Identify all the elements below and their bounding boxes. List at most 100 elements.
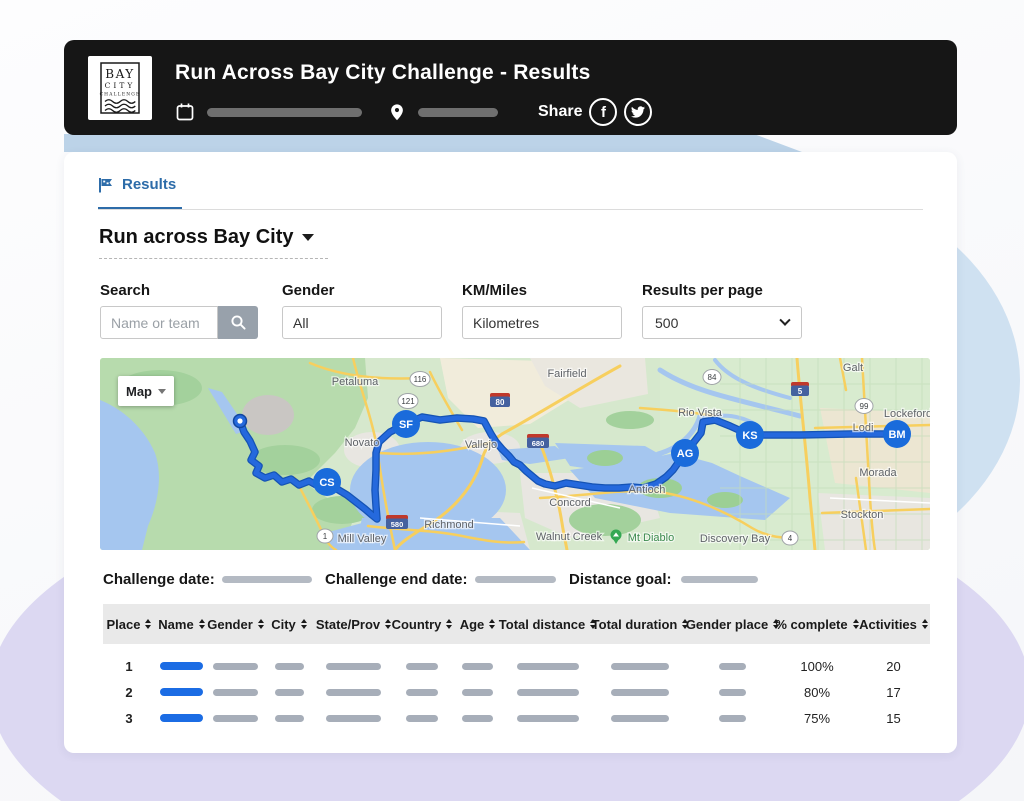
table-row[interactable]: 3 75% 15 — [103, 705, 930, 731]
column-header-gender[interactable]: Gender — [207, 617, 264, 632]
chevron-down-icon — [779, 314, 791, 326]
column-header-percent-complete[interactable]: % complete — [775, 617, 859, 632]
activities-cell: 17 — [886, 684, 901, 700]
map-label-petaluma: Petaluma — [332, 376, 379, 388]
map-label-morada: Morada — [859, 467, 897, 479]
column-header-state[interactable]: State/Prov — [315, 617, 392, 632]
milestone-marker-ks[interactable]: KS — [736, 421, 764, 449]
gender-place-placeholder-bar — [719, 688, 746, 696]
units-input[interactable] — [462, 306, 622, 339]
svg-text:AG: AG — [677, 448, 694, 460]
highway-shield-121: 121 — [397, 393, 419, 409]
tab-results[interactable]: Results — [98, 176, 176, 193]
svg-text:SF: SF — [399, 419, 413, 431]
twitter-share-button[interactable] — [624, 98, 653, 126]
logo-graphic: BAY CITY CHALLENGE — [100, 62, 141, 114]
age-placeholder-bar — [462, 662, 493, 670]
city-placeholder-bar — [274, 662, 304, 670]
map-canvas: 116 121 84 99 1 4 80 680 580 5 Petaluma … — [100, 358, 930, 550]
results-table: Place Name Gender City State/Prov Countr… — [103, 604, 930, 731]
sort-icon — [921, 619, 928, 629]
header-meta-row: Share f — [175, 98, 653, 126]
svg-text:Mt Diablo: Mt Diablo — [628, 532, 674, 544]
challenge-date-bar — [222, 576, 312, 583]
column-header-place[interactable]: Place — [103, 617, 155, 632]
distance-placeholder-bar — [516, 688, 579, 696]
age-placeholder-bar — [462, 714, 493, 722]
search-icon — [230, 315, 246, 330]
interstate-shield-680: 680 — [527, 434, 549, 448]
state-placeholder-bar — [326, 688, 381, 696]
svg-text:BAY: BAY — [105, 67, 134, 81]
challenge-title-text: Run across Bay City — [99, 226, 294, 248]
header-bar: BAY CITY CHALLENGE Run Across Bay City C… — [64, 40, 957, 135]
search-input[interactable] — [100, 306, 218, 339]
map-label-galt: Galt — [843, 362, 863, 374]
search-label: Search — [100, 282, 151, 299]
highway-shield-84: 84 — [702, 369, 722, 385]
gender-place-placeholder-bar — [719, 714, 746, 722]
highway-shield-4: 4 — [781, 530, 799, 546]
challenge-end-date-label: Challenge end date: — [325, 571, 468, 588]
route-start-marker[interactable] — [232, 413, 248, 429]
column-header-gender-place[interactable]: Gender place — [686, 617, 780, 632]
column-header-country[interactable]: Country — [392, 617, 453, 632]
name-placeholder-bar — [160, 662, 203, 670]
map-label-lockeford: Lockeford — [884, 408, 930, 420]
svg-text:CS: CS — [319, 477, 334, 489]
svg-text:CITY: CITY — [105, 81, 136, 90]
calendar-icon — [176, 103, 194, 121]
highway-shield-99: 99 — [854, 398, 874, 414]
per-page-select[interactable]: 500 — [642, 306, 802, 339]
twitter-icon — [631, 106, 646, 118]
gender-input[interactable] — [282, 306, 442, 339]
date-placeholder-bar — [207, 107, 362, 117]
tab-divider — [98, 209, 923, 210]
column-header-city[interactable]: City — [263, 617, 315, 632]
table-row[interactable]: 2 80% 17 — [103, 679, 930, 705]
location-pin-icon — [391, 104, 403, 121]
sort-icon — [198, 619, 205, 629]
interstate-shield-580: 580 — [386, 515, 408, 529]
map-label-walnut-creek: Walnut Creek — [536, 531, 603, 543]
interstate-shield-5: 5 — [791, 382, 809, 396]
gender-label: Gender — [282, 282, 335, 299]
map-label-novato: Novato — [345, 437, 380, 449]
milestone-marker-ag[interactable]: AG — [671, 439, 699, 467]
distance-placeholder-bar — [516, 714, 579, 722]
name-placeholder-bar — [160, 714, 203, 722]
challenge-end-date-bar — [475, 576, 556, 583]
challenge-title-dropdown[interactable]: Run across Bay City — [99, 226, 328, 259]
map-label-fairfield: Fairfield — [547, 368, 586, 380]
svg-text:BM: BM — [888, 429, 905, 441]
place-cell: 3 — [125, 710, 133, 726]
country-placeholder-bar — [406, 662, 438, 670]
facebook-share-button[interactable]: f — [589, 98, 618, 126]
search-button[interactable] — [218, 306, 258, 339]
milestone-marker-sf[interactable]: SF — [392, 410, 420, 438]
table-row[interactable]: 1 100% 20 — [103, 653, 930, 679]
column-header-age[interactable]: Age — [452, 617, 503, 632]
map-type-label: Map — [126, 383, 152, 399]
column-header-activities[interactable]: Activities — [857, 617, 930, 632]
map-label-discovery-bay: Discovery Bay — [700, 533, 771, 545]
svg-text:CHALLENGE: CHALLENGE — [100, 93, 141, 98]
gender-place-placeholder-bar — [719, 662, 746, 670]
column-header-total-duration[interactable]: Total duration — [592, 617, 689, 632]
milestone-marker-cs[interactable]: CS — [313, 468, 341, 496]
location-placeholder-bar — [418, 107, 498, 117]
column-header-total-distance[interactable]: Total distance — [499, 617, 597, 632]
column-header-name[interactable]: Name — [155, 617, 208, 632]
gender-placeholder-bar — [213, 662, 258, 670]
background-blob-wedge — [64, 134, 802, 152]
city-placeholder-bar — [274, 688, 304, 696]
milestone-marker-bm[interactable]: BM — [883, 420, 911, 448]
name-placeholder-bar — [160, 688, 203, 696]
map-label-antioch: Antioch — [629, 484, 666, 496]
svg-text:99: 99 — [860, 402, 869, 411]
route-map[interactable]: 116 121 84 99 1 4 80 680 580 5 Petaluma … — [100, 358, 930, 550]
map-type-button[interactable]: Map — [118, 376, 174, 406]
results-card: Results Run across Bay City Search Gende… — [64, 152, 957, 753]
map-label-richmond: Richmond — [424, 519, 474, 531]
svg-text:84: 84 — [708, 373, 717, 382]
